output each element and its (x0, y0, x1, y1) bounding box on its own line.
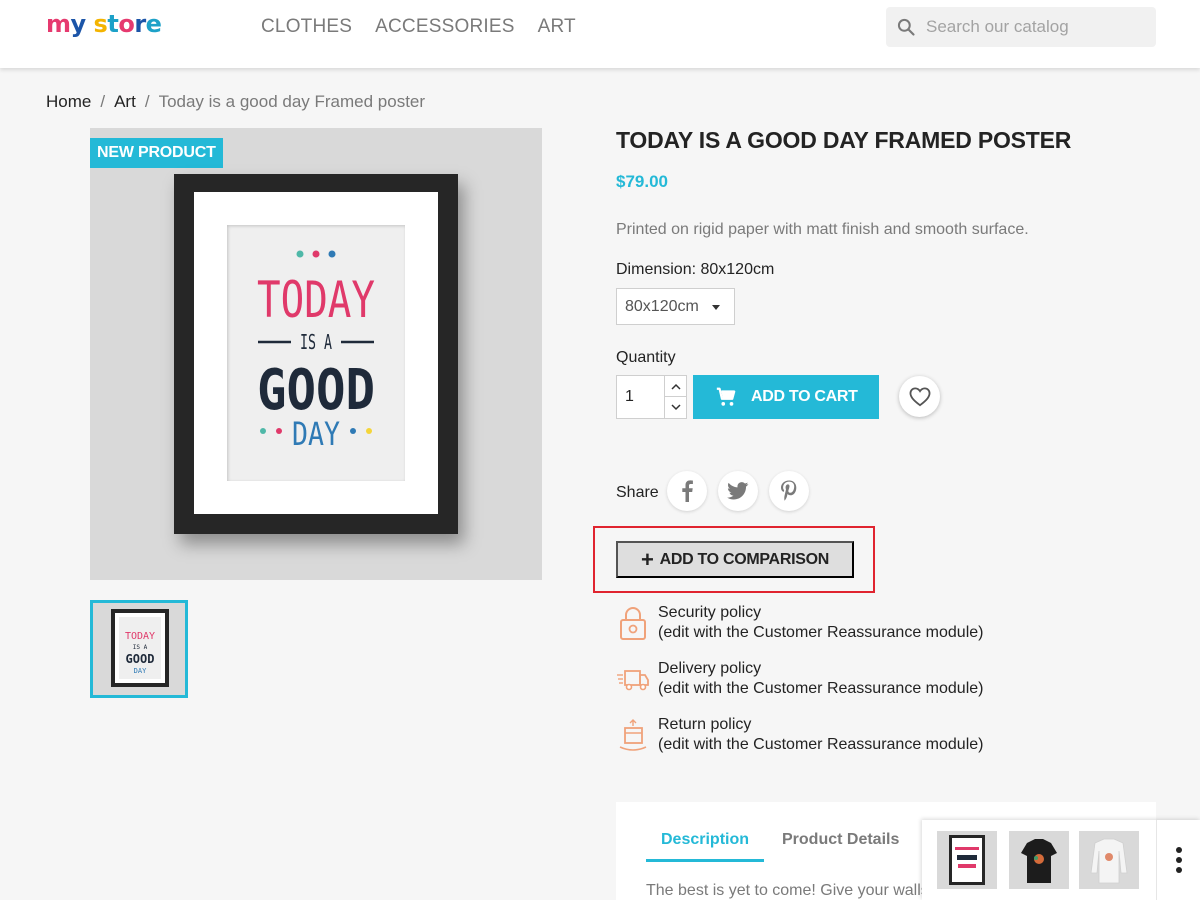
nav-clothes[interactable]: CLOTHES (261, 16, 352, 38)
breadcrumb-current: Today is a good day Framed poster (158, 92, 426, 111)
reassurance-delivery: Delivery policy (edit with the Customer … (616, 659, 983, 699)
search-box (886, 7, 1156, 47)
breadcrumb-separator: / (100, 92, 106, 111)
chevron-up-icon (671, 383, 681, 390)
svg-text:IS A: IS A (133, 644, 148, 651)
poster-text-today: TODAY (257, 271, 375, 329)
svg-text:DAY: DAY (134, 667, 147, 675)
quantity-label: Quantity (616, 349, 676, 366)
add-to-cart-button[interactable]: ADD TO CART (693, 375, 879, 419)
poster-text-isa: IS A (300, 330, 332, 354)
dimension-selected-value: 80x120cm (625, 297, 699, 315)
svg-text:TODAY: TODAY (125, 631, 155, 642)
share-label: Share (616, 484, 659, 501)
quantity-input[interactable]: 1 (625, 388, 634, 406)
breadcrumb-home[interactable]: Home (46, 92, 91, 112)
share-facebook-button[interactable] (667, 471, 707, 511)
reassurance-detail: (edit with the Customer Reassurance modu… (658, 736, 984, 753)
search-input[interactable] (926, 17, 1146, 37)
store-logo[interactable]: my store (46, 10, 162, 38)
comparison-highlight-box: + ADD TO COMPARISON (593, 526, 875, 593)
quantity-stepper: 1 (616, 375, 687, 419)
product-thumbnail[interactable]: TODAY IS A GOOD DAY (90, 600, 188, 698)
facebook-icon (682, 480, 693, 502)
truck-icon (617, 670, 649, 691)
carousel-tshirt-image (1021, 839, 1057, 883)
search-icon[interactable] (896, 17, 916, 37)
share-twitter-button[interactable] (718, 471, 758, 511)
chevron-down-icon (671, 404, 681, 411)
twitter-icon (727, 482, 749, 500)
kebab-menu-icon (1175, 847, 1182, 853)
new-product-badge: NEW PRODUCT (90, 138, 223, 168)
wishlist-button[interactable] (899, 376, 940, 417)
lock-icon (620, 607, 646, 640)
carousel-item-tshirt[interactable] (1009, 831, 1069, 889)
carousel-item-poster[interactable] (937, 831, 997, 889)
reassurance-return: Return policy (edit with the Customer Re… (616, 715, 983, 755)
tab-product-details[interactable]: Product Details (782, 831, 899, 859)
more-options-button[interactable] (1156, 820, 1200, 900)
breadcrumb-art[interactable]: Art (114, 92, 136, 112)
poster-text-day: DAY (292, 415, 340, 453)
reassurance-title: Return policy (658, 716, 752, 733)
quantity-decrease-button[interactable] (664, 397, 687, 418)
reassurance-security: Security policy (edit with the Customer … (616, 603, 983, 643)
product-short-description: Printed on rigid paper with matt finish … (616, 221, 1029, 238)
breadcrumb-separator: / (144, 92, 150, 111)
reassurance-title: Delivery policy (658, 660, 762, 677)
poster-artwork: TODAY IS A GOOD DAY (257, 250, 375, 453)
poster-text-good: GOOD (257, 358, 375, 423)
quantity-increase-button[interactable] (664, 376, 687, 397)
site-header: my store CLOTHES ACCESSORIES ART (0, 0, 1200, 68)
dimension-label: Dimension: 80x120cm (616, 261, 775, 278)
caret-down-icon (712, 305, 720, 310)
reassurance-detail: (edit with the Customer Reassurance modu… (658, 680, 984, 697)
pinterest-icon (781, 480, 797, 501)
poster-print: TODAY IS A GOOD DAY (227, 225, 405, 481)
main-nav: CLOTHES ACCESSORIES ART (261, 16, 576, 38)
thumbnail-poster: TODAY IS A GOOD DAY (111, 609, 169, 687)
reassurance-title: Security policy (658, 604, 762, 621)
product-price: $79.00 (616, 172, 668, 191)
carousel-sweater-image (1090, 838, 1128, 884)
share-pinterest-button[interactable] (769, 471, 809, 511)
add-to-comparison-button[interactable]: + ADD TO COMPARISON (616, 541, 854, 578)
reassurance-detail: (edit with the Customer Reassurance modu… (658, 624, 984, 641)
carousel-poster-image (949, 835, 985, 885)
svg-text:GOOD: GOOD (126, 652, 155, 666)
dimension-select[interactable]: 80x120cm (616, 288, 735, 325)
nav-accessories[interactable]: ACCESSORIES (375, 16, 514, 38)
product-main-image[interactable]: NEW PRODUCT TODAY IS A GOOD DAY (90, 128, 542, 580)
return-box-icon (619, 719, 647, 751)
poster-frame: TODAY IS A GOOD DAY (174, 174, 458, 534)
carousel-item-sweater[interactable] (1079, 831, 1139, 889)
plus-icon: + (641, 546, 654, 572)
product-title: TODAY IS A GOOD DAY FRAMED POSTER (616, 127, 1072, 153)
tab-description[interactable]: Description (646, 831, 765, 862)
nav-art[interactable]: ART (538, 16, 576, 38)
breadcrumb: Home / Art / Today is a good day Framed … (46, 92, 425, 112)
heart-icon (909, 386, 930, 406)
cart-icon (716, 387, 736, 406)
add-to-comparison-label: ADD TO COMPARISON (659, 550, 830, 568)
add-to-cart-label: ADD TO CART (751, 388, 858, 405)
tab-content-text: The best is yet to come! Give your walls (646, 882, 929, 899)
